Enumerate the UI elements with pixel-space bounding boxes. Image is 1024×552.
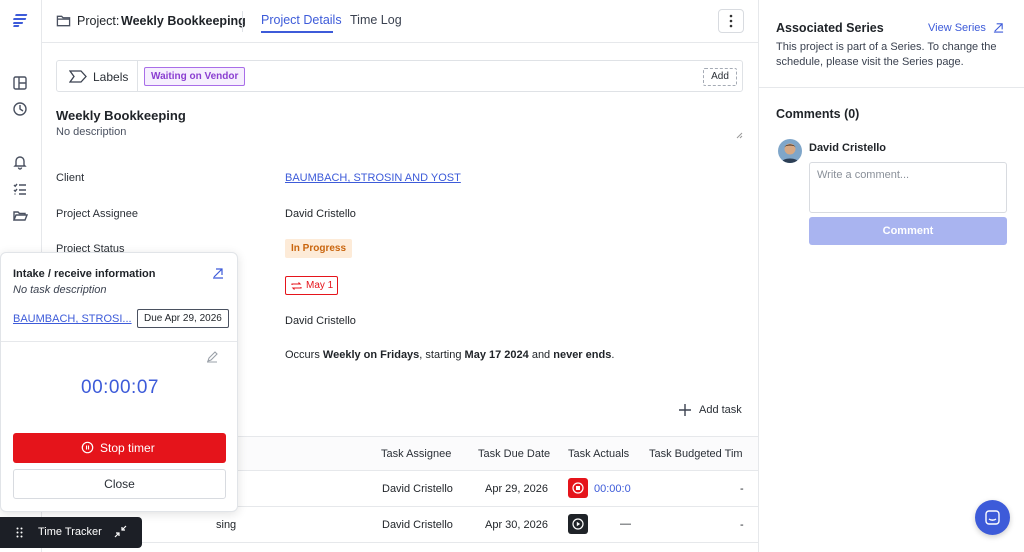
- stop-timer-button[interactable]: Stop timer: [13, 433, 226, 463]
- stop-icon: [81, 441, 94, 454]
- external-link-icon[interactable]: [212, 267, 224, 279]
- tab-project-details[interactable]: Project Details: [261, 13, 342, 27]
- divider: [1, 341, 237, 342]
- label-tag-icon: [69, 70, 87, 83]
- task-budget: -: [740, 483, 744, 495]
- col-task-due-date[interactable]: Task Due Date: [478, 448, 550, 460]
- clock-chart-icon[interactable]: [12, 101, 28, 117]
- labels-bar: Labels Waiting on Vendor Add: [56, 60, 743, 92]
- status-badge[interactable]: In Progress: [285, 239, 353, 258]
- time-tracker-label: Time Tracker: [38, 526, 102, 538]
- board-icon[interactable]: [12, 75, 28, 91]
- task-actual-time: —: [620, 518, 631, 530]
- project-description[interactable]: No description: [56, 126, 126, 138]
- drag-handle-icon[interactable]: [16, 527, 23, 538]
- stop-timer-label: Stop timer: [100, 441, 155, 455]
- divider: [759, 87, 1024, 88]
- recurrence-text: Occurs Weekly on Fridays, starting May 1…: [285, 349, 615, 361]
- comment-submit-button[interactable]: Comment: [809, 217, 1007, 245]
- timer-client-link[interactable]: BAUMBACH, STROSI...: [13, 313, 132, 325]
- timer-task-description: No task description: [13, 284, 107, 296]
- time-tracker-bar[interactable]: Time Tracker: [0, 517, 142, 548]
- bell-icon[interactable]: [12, 154, 28, 170]
- series-description: This project is part of a Series. To cha…: [776, 41, 997, 68]
- avatar: [778, 139, 802, 163]
- external-link-icon[interactable]: [993, 22, 1004, 33]
- table-row[interactable]: sing David Cristello Apr 30, 2026 — -: [56, 507, 758, 543]
- project-name: Weekly Bookkeeping: [121, 14, 246, 28]
- due-date-text: May 1: [306, 280, 334, 291]
- task-assignee[interactable]: David Cristello: [382, 483, 453, 495]
- logo-icon[interactable]: [12, 12, 28, 28]
- task-assignee[interactable]: David Cristello: [382, 519, 453, 531]
- active-tab-indicator: [261, 31, 333, 33]
- timer-due-badge: Due Apr 29, 2026: [137, 309, 229, 328]
- more-options-button[interactable]: [718, 9, 744, 33]
- task-name[interactable]: sing: [216, 519, 236, 531]
- col-task-assignee[interactable]: Task Assignee: [381, 448, 451, 460]
- task-due[interactable]: Apr 29, 2026: [485, 483, 548, 495]
- folder-open-icon[interactable]: [12, 208, 28, 224]
- labels-title: Labels: [93, 70, 129, 84]
- assignee-value[interactable]: David Cristello: [285, 208, 356, 220]
- project-prefix: Project:: [77, 14, 120, 28]
- col-task-actuals[interactable]: Task Actuals: [568, 448, 629, 460]
- divider: [242, 11, 243, 32]
- add-label-button[interactable]: Add: [703, 68, 737, 86]
- checklist-icon[interactable]: [12, 181, 28, 197]
- owner-value[interactable]: David Cristello: [285, 315, 356, 327]
- comment-author: David Cristello: [809, 142, 887, 154]
- col-task-budgeted-time[interactable]: Task Budgeted Tim: [649, 448, 743, 460]
- comment-input[interactable]: Write a comment...: [809, 162, 1007, 213]
- task-due[interactable]: Apr 30, 2026: [485, 519, 548, 531]
- task-actual-time: 00:00:0: [594, 483, 631, 495]
- timer-task-title: Intake / receive information: [13, 268, 156, 280]
- due-date-badge[interactable]: May 1: [285, 276, 338, 295]
- collapse-icon[interactable]: [114, 525, 127, 538]
- label-badge-waiting-on-vendor[interactable]: Waiting on Vendor: [144, 67, 246, 86]
- plus-icon[interactable]: [679, 404, 691, 416]
- labels-divider: [137, 61, 138, 91]
- comment-placeholder: Write a comment...: [817, 169, 910, 181]
- timer-elapsed: 00:00:07: [81, 377, 159, 398]
- client-label: Client: [56, 172, 85, 184]
- repeat-icon: [291, 281, 302, 291]
- client-link[interactable]: BAUMBACH, STROSIN AND YOST: [285, 172, 461, 184]
- right-panel: Associated Series View Series This proje…: [758, 0, 1024, 552]
- series-title: Associated Series: [776, 21, 884, 35]
- view-series-link[interactable]: View Series: [928, 22, 986, 34]
- resize-handle-icon[interactable]: [735, 131, 743, 139]
- tab-time-log[interactable]: Time Log: [350, 13, 402, 27]
- task-budget: -: [740, 519, 744, 531]
- comments-title: Comments (0): [776, 107, 860, 121]
- add-task-button[interactable]: Add task: [699, 404, 742, 416]
- chat-support-button[interactable]: [975, 500, 1010, 535]
- top-bar: Project: Weekly Bookkeeping Project Deta…: [42, 0, 758, 43]
- project-title[interactable]: Weekly Bookkeeping: [56, 108, 186, 123]
- folder-icon: [56, 14, 71, 28]
- timer-popup: Intake / receive information No task des…: [0, 252, 238, 512]
- edit-pencil-icon[interactable]: [206, 351, 218, 363]
- kebab-icon: [729, 14, 733, 28]
- chat-icon: [985, 510, 1000, 525]
- start-timer-icon[interactable]: [568, 514, 588, 534]
- close-timer-button[interactable]: Close: [13, 469, 226, 499]
- stop-timer-icon[interactable]: [568, 478, 588, 498]
- assignee-label: Project Assignee: [56, 208, 138, 220]
